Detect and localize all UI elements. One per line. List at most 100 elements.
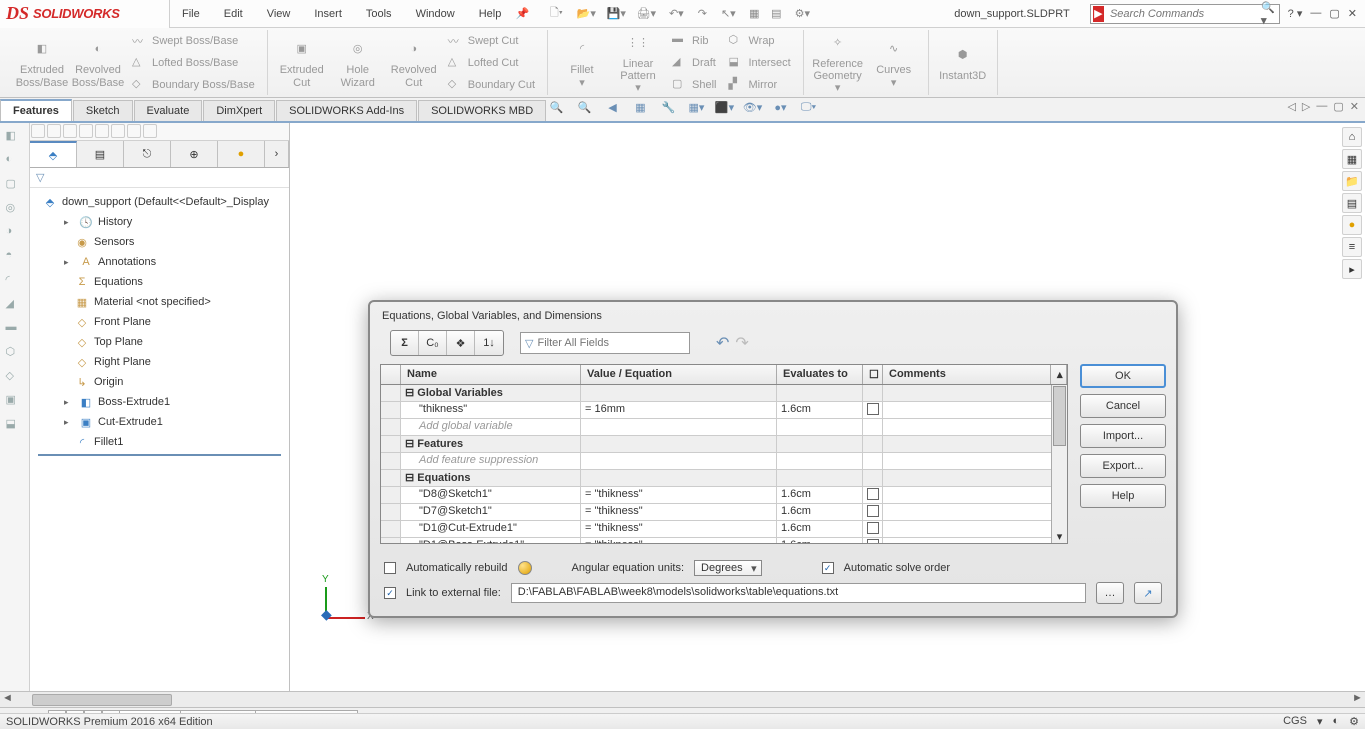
row-thikness[interactable]: "thikness"= 16mm1.6cm [381, 402, 1067, 419]
settings-dropdown[interactable]: ⚙▾ [789, 5, 815, 23]
revolved-cut-button[interactable]: ◑Revolved Cut [386, 31, 442, 95]
export-button[interactable]: Export... [1080, 454, 1166, 478]
dialog-filter[interactable]: ▽ [520, 332, 690, 354]
status-icon-2[interactable]: ⚙ [1349, 715, 1359, 728]
tree-fillet[interactable]: ◜Fillet1 [32, 432, 287, 452]
prev-view-icon[interactable]: ◀ [602, 96, 624, 118]
ls-icon-13[interactable]: ⬓ [6, 417, 24, 435]
row-checkbox[interactable] [867, 539, 879, 543]
expand-icon[interactable]: ▸ [64, 417, 74, 428]
pb7[interactable] [127, 124, 141, 138]
panel-tab-disp[interactable]: ● [218, 141, 265, 167]
draft-button[interactable]: ◢Draft [670, 53, 718, 73]
apply-scene-icon[interactable]: ●▾ [770, 96, 792, 118]
eqview-dim-button[interactable]: C₀ [419, 331, 447, 355]
lofted-boss-button[interactable]: △Lofted Boss/Base [130, 53, 257, 73]
search-input[interactable] [1106, 8, 1257, 20]
ls-icon-4[interactable]: ◎ [6, 201, 24, 219]
expand-icon[interactable]: ▸ [64, 397, 74, 408]
angular-units-combo[interactable]: Degrees [694, 560, 762, 576]
intersect-button[interactable]: ⬓Intersect [726, 53, 792, 73]
menu-tools[interactable]: Tools [354, 8, 404, 20]
rs-forum-icon[interactable]: ▸ [1342, 259, 1362, 279]
cancel-button[interactable]: Cancel [1080, 394, 1166, 418]
extruded-boss-button[interactable]: ◧Extruded Boss/Base [14, 31, 70, 95]
panel-tab-tree[interactable]: ⬘ [30, 141, 77, 167]
close-icon[interactable]: ✕ [1348, 7, 1357, 20]
tree-right-plane[interactable]: ◇Right Plane [32, 352, 287, 372]
scroll-thumb[interactable] [32, 694, 172, 706]
row-checkbox[interactable] [867, 505, 879, 517]
select-dropdown[interactable]: ↖▾ [715, 5, 741, 23]
zoom-area-icon[interactable]: 🔍 [574, 96, 596, 118]
col-index[interactable] [381, 365, 401, 384]
panel-tab-prop[interactable]: ▤ [77, 141, 124, 167]
ls-icon-2[interactable]: ◐ [6, 153, 24, 171]
view-settings-icon[interactable]: 🖵▾ [798, 96, 820, 118]
view-orient-icon[interactable]: 🔧 [658, 96, 680, 118]
edit-appearance-icon[interactable]: 👁▾ [742, 96, 764, 118]
dialog-undo-button[interactable]: ↶ [716, 333, 729, 353]
fillet-button[interactable]: ◜Fillet▾ [554, 31, 610, 95]
col-evaluates[interactable]: Evaluates to [777, 365, 863, 384]
doc-next-icon[interactable]: ▷ [1302, 100, 1310, 113]
extruded-cut-button[interactable]: ▣Extruded Cut [274, 31, 330, 95]
tree-origin[interactable]: ↳Origin [32, 372, 287, 392]
minimize-icon[interactable]: — [1310, 7, 1321, 20]
pb5[interactable] [95, 124, 109, 138]
redo-button[interactable]: ↷ [693, 5, 711, 23]
scroll-track[interactable] [30, 692, 1335, 707]
eqview-sort-button[interactable]: 1↓ [475, 331, 503, 355]
link-external-checkbox[interactable]: ✓ [384, 587, 396, 599]
row-checkbox[interactable] [867, 488, 879, 500]
shell-button[interactable]: ▢Shell [670, 75, 718, 95]
section-equations[interactable]: ⊟ Equations [381, 470, 1067, 487]
panel-tab-dim[interactable]: ⊕ [171, 141, 218, 167]
rs-home-icon[interactable]: ⌂ [1342, 127, 1362, 147]
section-features[interactable]: ⊟ Features [381, 436, 1067, 453]
tree-history[interactable]: ▸🕓History [32, 212, 287, 232]
rs-prop-icon[interactable]: ≡ [1342, 237, 1362, 257]
doc-close-icon[interactable]: ✕ [1350, 100, 1359, 113]
help-icon[interactable]: ? ▾ [1288, 7, 1303, 20]
status-dd-icon[interactable]: ▾ [1317, 715, 1323, 728]
row-eq-d8sketch1[interactable]: "D8@Sketch1"= "thikness"1.6cm [381, 487, 1067, 504]
auto-solve-checkbox[interactable]: ✓ [822, 562, 834, 574]
section-view-icon[interactable]: ▦ [630, 96, 652, 118]
mirror-button[interactable]: ▞Mirror [726, 75, 792, 95]
horizontal-scrollbar[interactable]: ◄ ► [0, 691, 1365, 707]
dialog-redo-button[interactable]: ↷ [735, 333, 748, 353]
pin-icon[interactable]: 📌 [513, 5, 531, 23]
pb1[interactable] [31, 124, 45, 138]
doc-prev-icon[interactable]: ◁ [1287, 100, 1295, 113]
tree-material[interactable]: ▦Material <not specified> [32, 292, 287, 312]
tab-addins[interactable]: SOLIDWORKS Add-Ins [276, 100, 417, 121]
tree-boss-extrude[interactable]: ▸◧Boss-Extrude1 [32, 392, 287, 412]
swept-boss-button[interactable]: 〰Swept Boss/Base [130, 31, 257, 51]
options-button[interactable]: ▤ [767, 5, 785, 23]
col-name[interactable]: Name [401, 365, 581, 384]
panel-tab-config[interactable]: ⎋ [124, 141, 171, 167]
menu-view[interactable]: View [255, 8, 303, 20]
row-eq-d1cutextrude[interactable]: "D1@Cut-Extrude1"= "thikness"1.6cm [381, 521, 1067, 538]
row-add-gv[interactable]: Add global variable [381, 419, 1067, 436]
pb8[interactable] [143, 124, 157, 138]
tab-sketch[interactable]: Sketch [73, 100, 133, 121]
display-style-icon[interactable]: ▦▾ [686, 96, 708, 118]
scroll-left-icon[interactable]: ◄ [0, 692, 15, 707]
external-file-path[interactable]: D:\FABLAB\FABLAB\week8\models\solidworks… [511, 583, 1086, 603]
revolved-boss-button[interactable]: ◐Revolved Boss/Base [70, 31, 126, 95]
eqview-ordered-button[interactable]: ❖ [447, 331, 475, 355]
swept-cut-button[interactable]: 〰Swept Cut [446, 31, 537, 51]
menu-help[interactable]: Help [467, 8, 514, 20]
undo-dropdown[interactable]: ↶▾ [663, 5, 689, 23]
print-dropdown[interactable]: 🖨▾ [633, 5, 659, 23]
tree-top-plane[interactable]: ◇Top Plane [32, 332, 287, 352]
rs-explorer-icon[interactable]: 📁 [1342, 171, 1362, 191]
row-checkbox[interactable] [867, 522, 879, 534]
ls-icon-5[interactable]: ◑ [6, 225, 24, 243]
col-comments[interactable]: Comments [883, 365, 1051, 384]
open-external-button[interactable]: ↗ [1134, 582, 1162, 604]
boundary-boss-button[interactable]: ◇Boundary Boss/Base [130, 75, 257, 95]
rs-appear-icon[interactable]: ● [1342, 215, 1362, 235]
